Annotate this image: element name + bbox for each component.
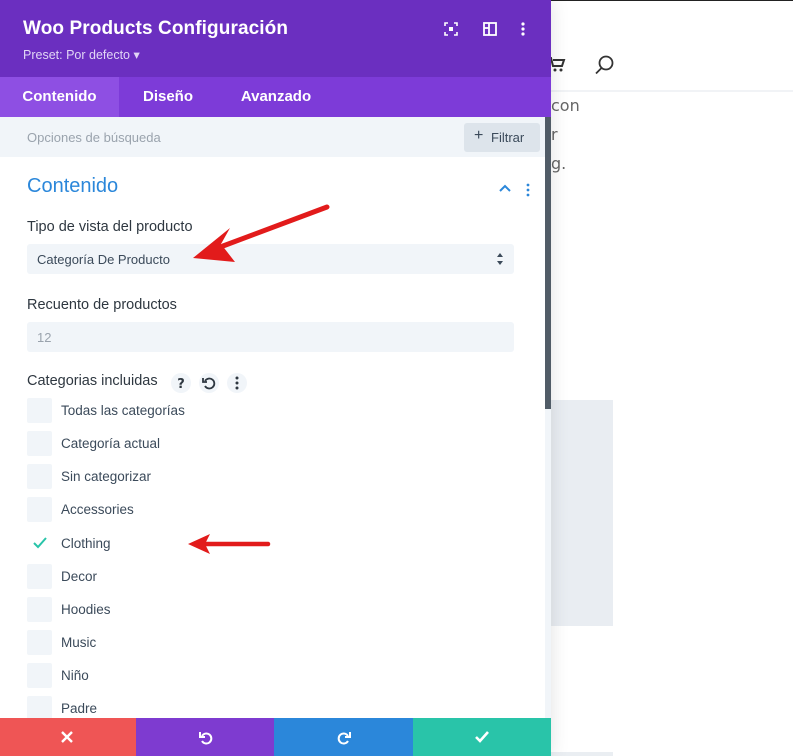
undo-icon: [202, 377, 216, 390]
top-border: [551, 0, 793, 1]
checkbox[interactable]: [27, 564, 52, 589]
category-checkbox[interactable]: Hoodies: [27, 597, 507, 622]
category-checkbox[interactable]: Accessories: [27, 497, 507, 522]
category-checkbox[interactable]: Sin categorizar: [27, 464, 507, 489]
filter-button-label: Filtrar: [491, 130, 525, 145]
checkmark-icon: [33, 537, 47, 549]
category-label: Todas las categorías: [61, 403, 185, 418]
modal-footer: [0, 718, 551, 756]
plus-icon: +: [474, 127, 484, 144]
close-icon: [61, 731, 73, 743]
view-type-label: Tipo de vista del producto: [27, 219, 193, 235]
category-checkbox[interactable]: Categoría actual: [27, 431, 507, 456]
undo-icon: [199, 732, 213, 745]
undo-button[interactable]: [136, 718, 274, 756]
category-label: Music: [61, 635, 97, 650]
modal-header: Woo Products Configuración Preset: Por d…: [0, 0, 551, 77]
background-text-line: r: [551, 125, 558, 144]
background-text-line: g.: [551, 154, 567, 173]
help-button[interactable]: ?: [171, 373, 191, 393]
checkbox[interactable]: [27, 464, 52, 489]
select-arrows-icon: [497, 253, 503, 265]
options-search-bar: Opciones de búsqueda + Filtrar: [0, 117, 551, 157]
category-checkbox[interactable]: Niño: [27, 663, 507, 688]
category-checkbox[interactable]: Padre: [27, 696, 507, 718]
filter-button[interactable]: + Filtrar: [464, 123, 540, 152]
background-block: [551, 752, 613, 756]
category-label: Categoría actual: [61, 436, 161, 451]
background-image-placeholder: [551, 400, 613, 626]
section-title[interactable]: Contenido: [27, 175, 118, 198]
svg-text:?: ?: [177, 377, 185, 392]
product-count-input[interactable]: 12: [27, 322, 514, 352]
settings-modal: Woo Products Configuración Preset: Por d…: [0, 0, 551, 756]
redo-button[interactable]: [274, 718, 413, 756]
checkbox[interactable]: [27, 597, 52, 622]
checkbox[interactable]: [27, 663, 52, 688]
product-count-value: 12: [37, 330, 52, 345]
background-text-line: con: [551, 96, 580, 115]
question-icon: ?: [177, 377, 185, 392]
checkbox[interactable]: [27, 531, 52, 556]
view-type-value: Categoría De Producto: [37, 252, 170, 267]
category-checkbox[interactable]: Todas las categorías: [27, 398, 507, 423]
category-label: Sin categorizar: [61, 469, 152, 484]
category-checkbox[interactable]: Music: [27, 630, 507, 655]
search-options-input[interactable]: Opciones de búsqueda: [27, 130, 161, 145]
search-icon[interactable]: [594, 54, 616, 76]
discard-button[interactable]: [0, 718, 136, 756]
tab-diseno[interactable]: Diseño: [119, 77, 217, 117]
category-label: Accessories: [61, 502, 134, 517]
more-options-icon[interactable]: [514, 20, 532, 38]
redo-icon: [337, 732, 351, 745]
tab-bar: Contenido Diseño Avanzado: [0, 77, 551, 117]
split-view-icon[interactable]: [481, 20, 499, 38]
annotation-arrow-icon: [193, 204, 330, 262]
save-button[interactable]: [413, 718, 551, 756]
section-menu-icon[interactable]: [524, 183, 532, 197]
chevron-up-icon[interactable]: [498, 183, 512, 193]
checkbox[interactable]: [27, 696, 52, 718]
checkbox[interactable]: [27, 431, 52, 456]
checkbox[interactable]: [27, 398, 52, 423]
header-divider: [551, 90, 793, 92]
category-checkbox[interactable]: Decor: [27, 564, 507, 589]
annotation-arrow-icon: [188, 534, 271, 554]
category-label: Padre: [61, 701, 98, 716]
reset-button[interactable]: [199, 373, 219, 393]
categories-label: Categorias incluidas: [27, 373, 158, 389]
category-label: Niño: [61, 668, 89, 683]
checkmark-icon: [475, 731, 489, 743]
product-count-label: Recuento de productos: [27, 297, 177, 313]
scrollbar-thumb[interactable]: [545, 117, 551, 409]
tab-avanzado[interactable]: Avanzado: [217, 77, 335, 117]
fullscreen-icon[interactable]: [442, 20, 460, 38]
category-label: Clothing: [61, 536, 111, 551]
checkbox[interactable]: [27, 630, 52, 655]
more-options-icon: [235, 376, 239, 390]
category-label: Hoodies: [61, 602, 111, 617]
preset-dropdown[interactable]: Preset: Por defecto ▾: [23, 47, 140, 62]
checkbox[interactable]: [27, 497, 52, 522]
category-label: Decor: [61, 569, 98, 584]
modal-title: Woo Products Configuración: [23, 18, 289, 39]
field-options-button[interactable]: [227, 373, 247, 393]
scrollbar[interactable]: [545, 117, 551, 718]
tab-contenido[interactable]: Contenido: [0, 77, 119, 117]
